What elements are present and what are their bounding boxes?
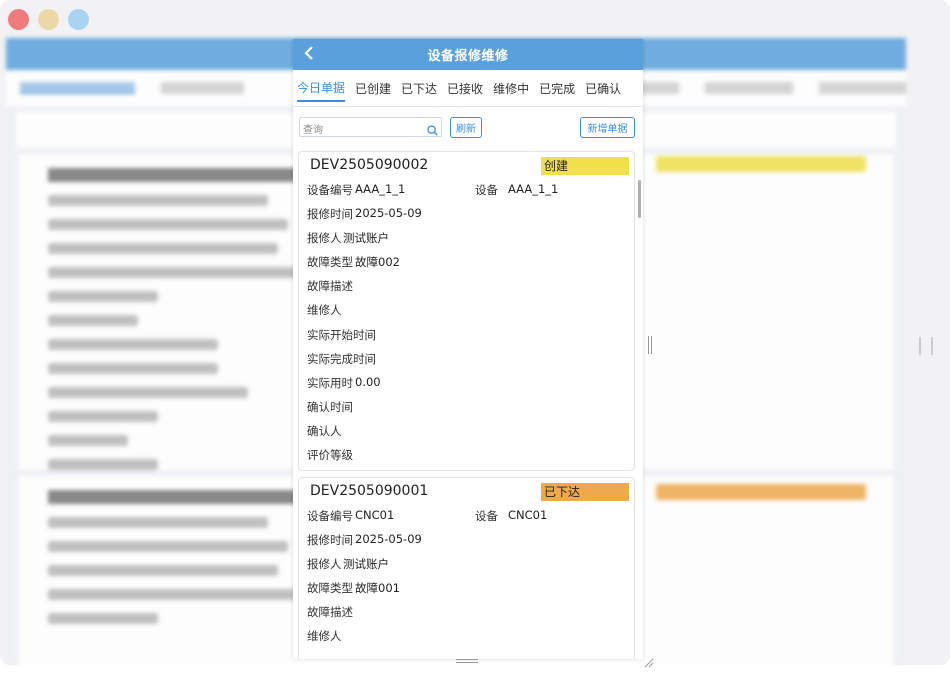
tab-completed[interactable]: 已完成 [539,76,575,101]
field-row: 维修人 [299,624,634,648]
status-badge: 已下达 [541,483,629,501]
field-row: 确认人 [299,419,634,443]
search-input[interactable] [300,121,418,140]
field-label: 报修人 [307,231,342,246]
field-label: 评价等级 [307,448,353,463]
field-label: 报修时间 [307,533,353,548]
field-label: 故障类型 [307,581,353,596]
field-value: CNC01 [508,508,548,522]
card-header: DEV2505090002 创建 [299,152,634,178]
field-label: 实际完成时间 [307,351,376,366]
field-value: CNC01 [355,508,395,522]
toolbar: 刷新 新增单据 [293,107,643,147]
tab-created[interactable]: 已创建 [355,76,391,101]
background-resize-handle[interactable] [919,337,933,355]
tab-confirmed[interactable]: 已确认 [585,76,621,101]
field-label: 故障类型 [307,255,353,270]
field-row: 报修时间 2025-05-09 [299,202,634,226]
field-row: 故障描述 [299,274,634,298]
field-label: 故障描述 [307,279,353,294]
field-row: 设备编号 CNC01 设备 CNC01 [299,504,634,528]
new-order-button[interactable]: 新增单据 [580,117,635,138]
field-row: 实际用时 0.00 [299,371,634,395]
field-row: 报修人 测试账户 [299,552,634,576]
field-label: 设备 [475,183,498,197]
bottom-resize-handle[interactable] [456,659,478,663]
field-row: 实际完成时间 [299,347,634,371]
window-controls [8,9,89,30]
field-label: 设备编号 [307,509,353,523]
field-value: 2025-05-09 [355,532,422,547]
field-value: 测试账户 [343,231,389,246]
field-value: AAA_1_1 [355,182,406,196]
tab-received[interactable]: 已接收 [447,76,483,101]
field-label: 维修人 [307,629,342,644]
field-label: 实际开始时间 [307,327,376,342]
search-icon[interactable] [427,121,438,136]
panel-resize-handle[interactable] [648,336,652,354]
field-label: 报修人 [307,557,342,572]
field-label: 确认时间 [307,399,353,414]
status-tabs: 今日单据 已创建 已下达 已接收 维修中 已完成 已确认 [293,70,643,107]
status-badge: 创建 [541,157,629,175]
field-row: 故障类型 故障002 [299,250,634,274]
field-label: 故障描述 [307,605,353,620]
field-row: 故障类型 故障001 [299,576,634,600]
field-row: 报修人 测试账户 [299,226,634,250]
field-value: 测试账户 [343,557,389,572]
minimize-window-button[interactable] [38,9,59,30]
field-row: 确认时间 [299,395,634,419]
resize-grip-icon[interactable] [644,653,654,668]
close-window-button[interactable] [8,9,29,30]
field-label: 确认人 [307,423,342,438]
order-card[interactable]: DEV2505090002 创建 设备编号 AAA_1_1 设备 AAA_1_1… [298,151,635,471]
repair-panel: 设备报修维修 今日单据 已创建 已下达 已接收 维修中 已完成 已确认 刷新 新… [293,39,643,659]
field-value: 2025-05-09 [355,206,422,221]
background-badge [656,156,866,172]
field-value: 故障002 [355,255,400,270]
header-bar: 设备报修维修 [293,39,643,70]
order-card[interactable]: DEV2505090001 已下达 设备编号 CNC01 设备 CNC01 报修… [298,477,635,659]
field-row: 故障描述 [299,600,634,624]
field-label: 设备编号 [307,183,353,197]
field-row: 实际开始时间 [299,323,634,347]
search-box [299,117,442,140]
app-window: 设备报修维修 今日单据 已创建 已下达 已接收 维修中 已完成 已确认 刷新 新… [0,0,950,676]
field-label: 报修时间 [307,207,353,222]
field-label: 设备 [475,509,498,523]
field-value: 0.00 [355,374,381,389]
chevron-left-icon[interactable] [303,44,315,66]
tab-issued[interactable]: 已下达 [401,76,437,101]
card-header: DEV2505090001 已下达 [299,478,634,504]
field-label: 实际用时 [307,375,353,390]
order-id: DEV2505090001 [310,483,429,499]
field-value: AAA_1_1 [508,182,559,196]
maximize-window-button[interactable] [68,9,89,30]
field-label: 维修人 [307,303,342,318]
field-row: 报修时间 2025-05-09 [299,528,634,552]
panel-scrollbar[interactable] [638,180,641,218]
background-badge [656,484,866,500]
order-list: DEV2505090002 创建 设备编号 AAA_1_1 设备 AAA_1_1… [293,149,643,659]
refresh-button[interactable]: 刷新 [450,117,482,138]
page-title: 设备报修维修 [427,49,509,64]
field-row: 设备编号 AAA_1_1 设备 AAA_1_1 [299,178,634,202]
tab-today[interactable]: 今日单据 [297,75,346,102]
field-row: 维修人 [299,298,634,322]
field-value: 故障001 [355,581,400,596]
order-id: DEV2505090002 [310,157,429,173]
tab-repairing[interactable]: 维修中 [493,76,529,101]
field-row: 评价等级 [299,443,634,467]
